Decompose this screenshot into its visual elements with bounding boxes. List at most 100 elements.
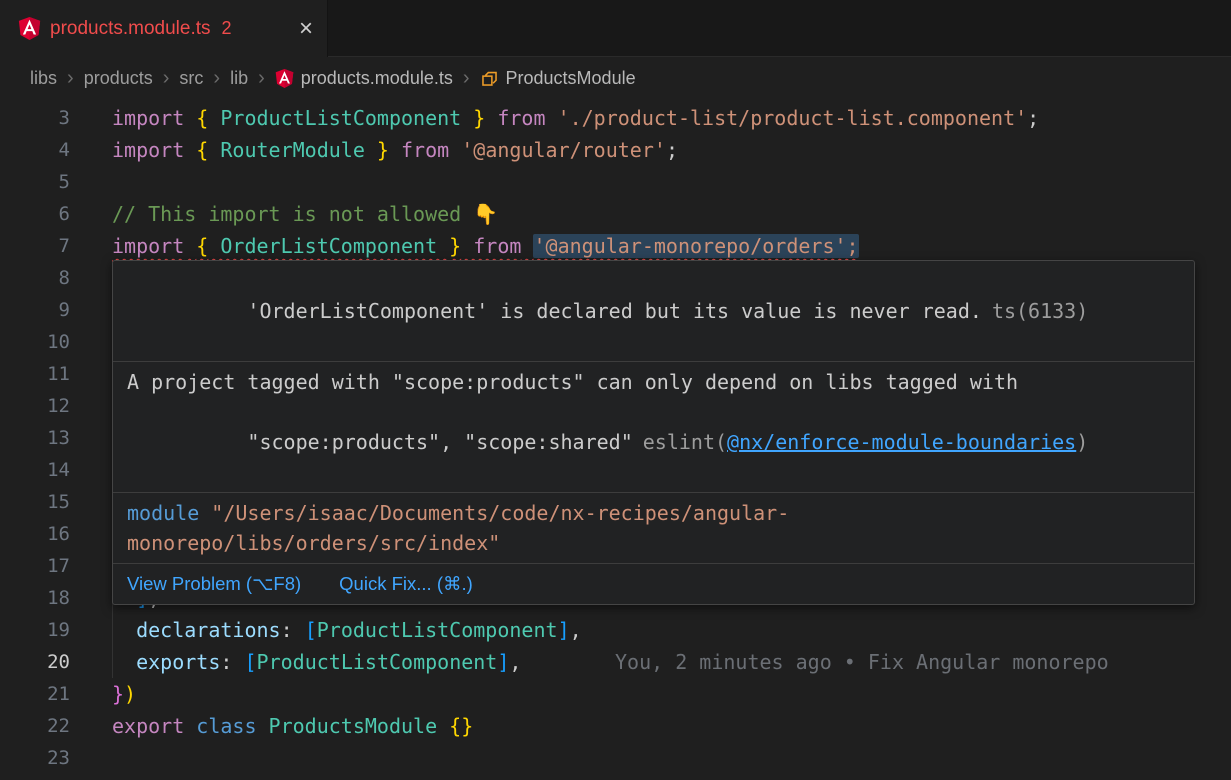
tab-problem-count: 2 xyxy=(222,18,232,39)
code-editor[interactable]: 3 import { ProductListComponent } from '.… xyxy=(0,100,1231,774)
code-line[interactable]: 20 exports: [ProductListComponent], You, … xyxy=(0,646,1231,678)
breadcrumb-item-src[interactable]: src xyxy=(179,68,203,89)
code-token xyxy=(112,614,136,646)
code-token: import xyxy=(112,106,184,130)
line-number: 13 xyxy=(0,422,70,454)
line-number: 19 xyxy=(0,614,70,646)
line-number: 8 xyxy=(0,262,70,294)
ts-error-text: 'OrderListComponent' is declared but its… xyxy=(247,299,982,323)
angular-icon xyxy=(275,69,294,88)
line-number: 14 xyxy=(0,454,70,486)
code-token: declarations xyxy=(136,618,281,642)
breadcrumb-item-libs[interactable]: libs xyxy=(30,68,57,89)
code-token: , xyxy=(570,618,582,642)
code-line[interactable]: 3 import { ProductListComponent } from '.… xyxy=(0,102,1231,134)
eslint-source-prefix: eslint( xyxy=(643,430,727,454)
code-token: ; xyxy=(1027,106,1039,130)
line-number: 22 xyxy=(0,710,70,742)
code-token: import xyxy=(112,234,184,258)
code-token: from xyxy=(389,138,449,162)
code-token: RouterModule xyxy=(208,138,377,162)
hover-module-info: module "/Users/isaac/Documents/code/nx-r… xyxy=(113,493,1194,564)
code-token: import xyxy=(112,138,184,162)
code-token: : xyxy=(220,650,244,674)
code-token: [ xyxy=(244,650,256,674)
line-number: 6 xyxy=(0,198,70,230)
code-token: 👇 xyxy=(473,202,498,226)
code-token xyxy=(449,138,461,162)
code-token: ] xyxy=(497,650,509,674)
chevron-right-icon: › xyxy=(67,67,74,90)
code-token: ProductListComponent xyxy=(257,650,498,674)
code-token: OrderListComponent xyxy=(208,234,449,258)
line-number: 23 xyxy=(0,742,70,774)
code-token: { xyxy=(196,138,208,162)
eslint-error-text-line2: "scope:products", "scope:shared" xyxy=(247,430,632,454)
code-token: , xyxy=(509,650,521,674)
chevron-right-icon: › xyxy=(258,67,265,90)
breadcrumb: libs › products › src › lib › products.m… xyxy=(0,57,1231,100)
chevron-right-icon: › xyxy=(213,67,220,90)
line-number: 17 xyxy=(0,550,70,582)
angular-icon xyxy=(18,17,41,40)
code-token: } xyxy=(473,106,485,130)
line-number: 10 xyxy=(0,326,70,358)
code-token: from xyxy=(485,106,545,130)
code-token: export xyxy=(112,714,184,738)
breadcrumb-item-file[interactable]: products.module.ts xyxy=(275,68,453,89)
symbol-class-icon xyxy=(480,69,499,88)
editor-tab-products-module[interactable]: products.module.ts 2 × xyxy=(0,0,328,57)
hover-eslint-message: A project tagged with "scope:products" c… xyxy=(113,362,1194,493)
code-token: { xyxy=(196,106,208,130)
code-line[interactable]: 6// This import is not allowed 👇 xyxy=(0,198,1231,230)
code-line[interactable]: 7 import { OrderListComponent } from '@an… xyxy=(0,230,1231,262)
hover-actions-bar: View Problem (⌥F8) Quick Fix... (⌘.) xyxy=(113,564,1194,604)
line-number: 11 xyxy=(0,358,70,390)
breadcrumb-item-lib[interactable]: lib xyxy=(230,68,248,89)
code-line[interactable]: 23 xyxy=(0,742,1231,774)
code-token xyxy=(437,714,449,738)
code-token: ProductListComponent xyxy=(317,618,558,642)
code-token: ProductListComponent xyxy=(208,106,473,130)
code-token: ] xyxy=(558,618,570,642)
ts-error-source: ts(6133) xyxy=(992,299,1088,323)
code-line[interactable]: 4import { RouterModule } from '@angular/… xyxy=(0,134,1231,166)
code-token xyxy=(112,646,136,678)
module-path-line2: monorepo/libs/orders/src/index" xyxy=(127,528,1180,558)
line-number: 5 xyxy=(0,166,70,198)
code-token: exports xyxy=(136,650,220,674)
tab-filename: products.module.ts xyxy=(50,18,211,40)
code-token xyxy=(184,106,196,130)
error-squiggle: import { OrderListComponent } from '@ang… xyxy=(112,234,859,258)
code-token: } xyxy=(449,234,461,258)
code-token xyxy=(546,106,558,130)
code-line[interactable]: 21}) xyxy=(0,678,1231,710)
chevron-right-icon: › xyxy=(463,67,470,90)
line-number: 7 xyxy=(0,230,70,262)
line-number: 20 xyxy=(0,646,70,678)
code-token: } xyxy=(377,138,389,162)
code-token: class xyxy=(184,714,256,738)
view-problem-action[interactable]: View Problem (⌥F8) xyxy=(127,569,301,599)
close-tab-icon[interactable]: × xyxy=(299,17,313,41)
code-token: { xyxy=(196,234,208,258)
git-blame-annotation: You, 2 minutes ago • Fix Angular monorep… xyxy=(615,646,1109,678)
code-token: ; xyxy=(666,138,678,162)
eslint-rule-link[interactable]: @nx/enforce-module-boundaries xyxy=(727,430,1076,454)
code-line[interactable]: 5 xyxy=(0,166,1231,198)
line-number: 3 xyxy=(0,102,70,134)
code-token: {} xyxy=(449,714,473,738)
eslint-error-text-line1: A project tagged with "scope:products" c… xyxy=(127,367,1180,397)
line-number: 21 xyxy=(0,678,70,710)
code-token: : xyxy=(281,618,305,642)
breadcrumb-item-products[interactable]: products xyxy=(84,68,153,89)
line-number: 12 xyxy=(0,390,70,422)
quick-fix-action[interactable]: Quick Fix... (⌘.) xyxy=(339,569,473,599)
breadcrumb-item-symbol[interactable]: ProductsModule xyxy=(480,68,636,89)
code-line[interactable]: 22export class ProductsModule {} xyxy=(0,710,1231,742)
code-line[interactable]: 19 declarations: [ProductListComponent], xyxy=(0,614,1231,646)
code-token xyxy=(184,234,196,258)
code-token: from xyxy=(461,234,521,258)
line-number: 15 xyxy=(0,486,70,518)
code-token: './product-list/product-list.component' xyxy=(558,106,1028,130)
